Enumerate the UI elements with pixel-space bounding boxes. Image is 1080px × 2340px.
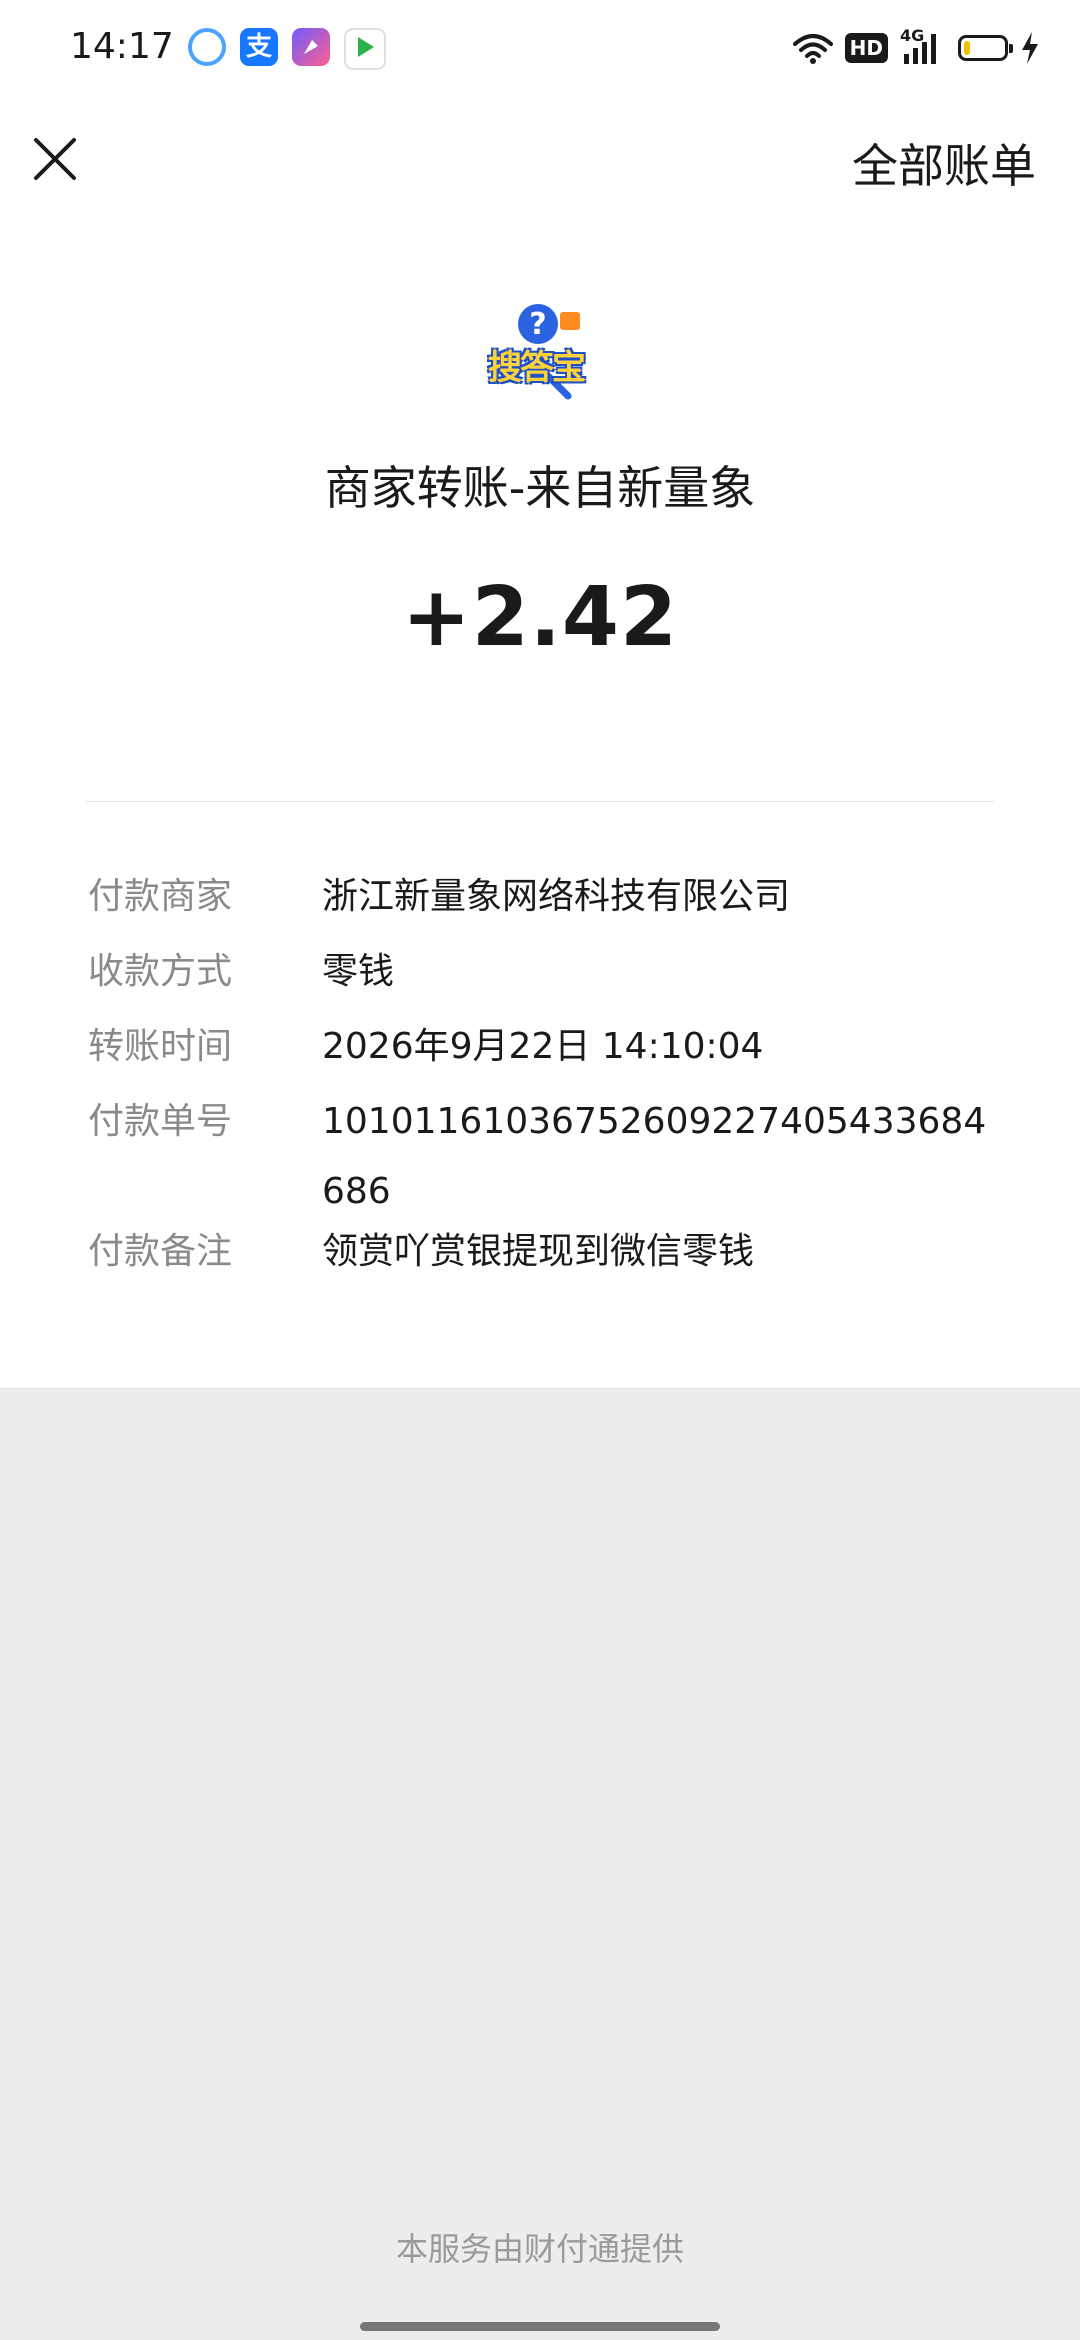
merchant-logo: ? 搜答宝 xyxy=(486,300,596,400)
detail-label: 付款单号 xyxy=(88,1101,233,1142)
hd-badge: HD xyxy=(844,33,888,63)
wifi-icon xyxy=(792,34,833,64)
transaction-title: 商家转账-来自新量象 xyxy=(324,461,756,515)
video-app-icon xyxy=(344,28,386,70)
detail-value: 领赏吖赏银提现到微信零钱 xyxy=(322,1231,755,1272)
status-indicators: HD 4G xyxy=(792,26,1040,70)
transaction-amount: +2.42 xyxy=(401,570,679,665)
battery-icon xyxy=(958,35,1013,61)
detail-value: 10101161036752609227405433684686 xyxy=(322,1101,987,1212)
detail-label: 付款商家 xyxy=(88,876,233,917)
alipay-icon: 支 xyxy=(240,28,278,66)
detail-value: 2026年9月22日 14:10:04 xyxy=(322,1026,764,1067)
divider xyxy=(86,801,994,802)
detail-label: 收款方式 xyxy=(88,951,233,992)
detail-value: 浙江新量象网络科技有限公司 xyxy=(322,876,791,917)
battery-level xyxy=(964,41,970,55)
status-time: 14:17 xyxy=(70,26,174,67)
close-icon xyxy=(34,138,76,180)
home-indicator[interactable] xyxy=(360,2322,720,2331)
close-button[interactable] xyxy=(30,134,80,184)
logo-text: 搜答宝 xyxy=(488,348,586,388)
detail-value: 零钱 xyxy=(322,951,395,992)
service-provider-note: 本服务由财付通提供 xyxy=(395,2230,684,2268)
status-bar: 14:17 支 HD 4G xyxy=(0,0,1080,96)
signal-icon: 4G xyxy=(900,26,946,66)
detail-label: 转账时间 xyxy=(88,1026,233,1067)
all-bills-link[interactable]: 全部账单 xyxy=(852,130,1036,196)
video-editor-icon xyxy=(292,28,330,66)
browser-icon xyxy=(188,28,226,66)
detail-label: 付款备注 xyxy=(88,1231,233,1272)
charging-icon xyxy=(1022,32,1038,64)
svg-text:?: ? xyxy=(529,307,546,342)
